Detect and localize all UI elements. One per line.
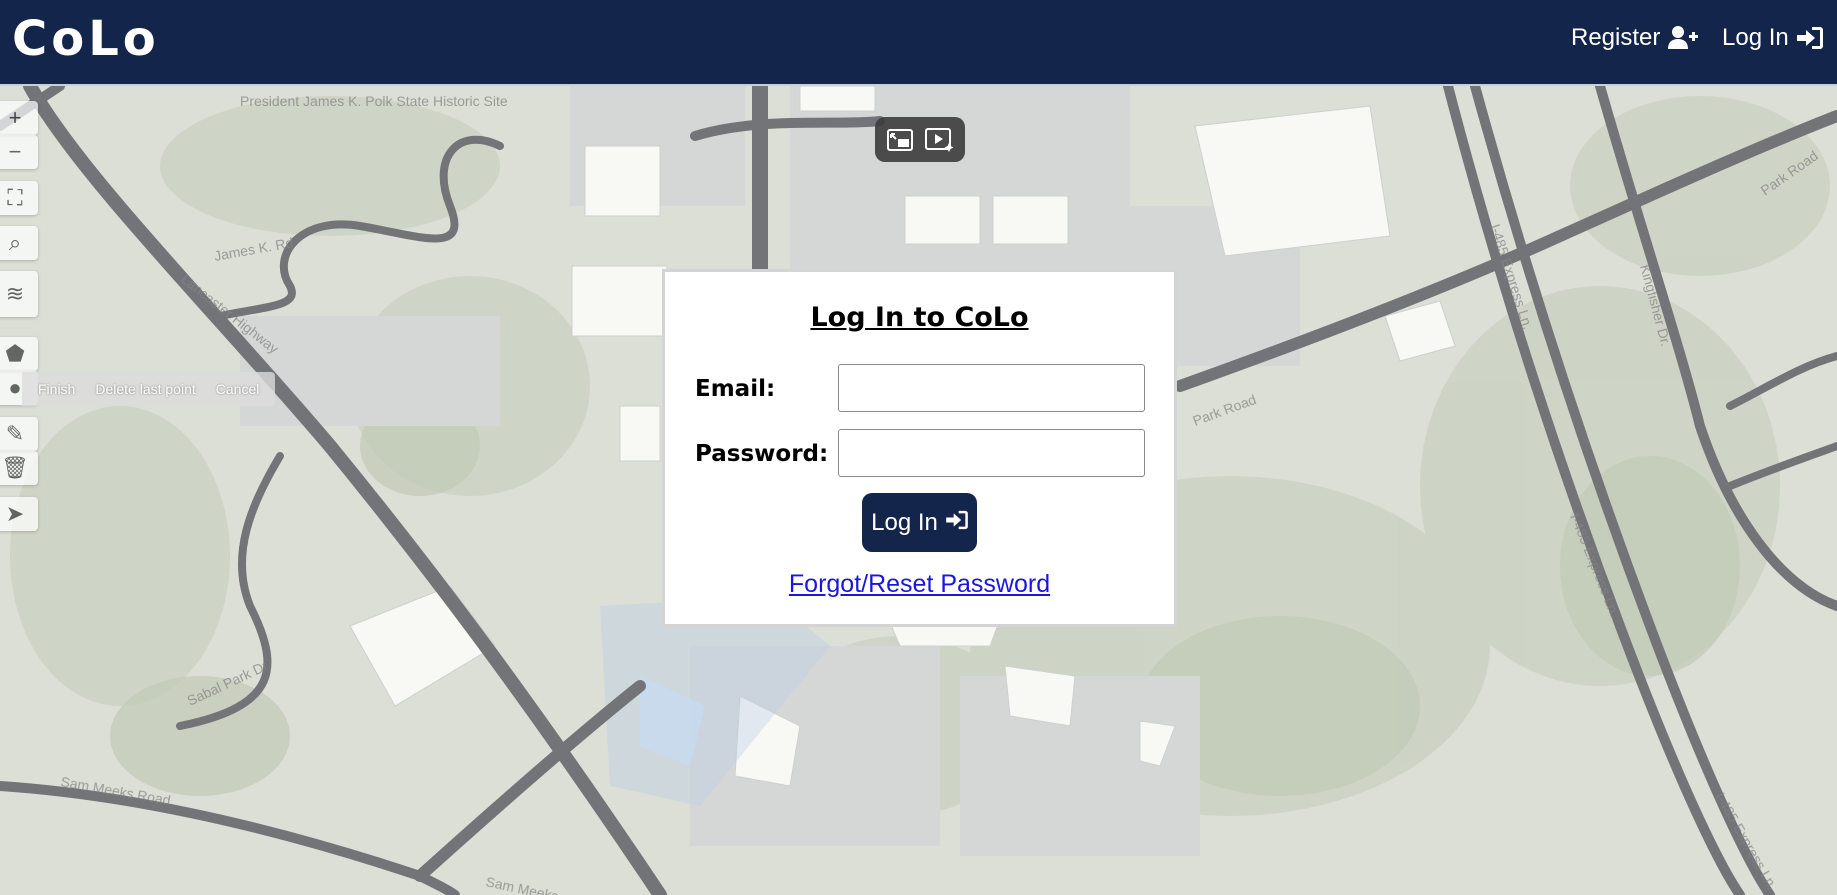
layers-icon: ≋ xyxy=(5,281,25,306)
draw-actions-bar: Finish Delete last point Cancel xyxy=(22,372,276,406)
edit-layers-button[interactable]: ✎ xyxy=(0,417,38,451)
search-button[interactable]: ⌕ xyxy=(0,226,38,260)
login-submit-button[interactable]: Log In xyxy=(862,493,977,552)
draw-delete-last-point-button[interactable]: Delete last point xyxy=(85,372,205,406)
brand-logo[interactable]: CoLo xyxy=(12,10,160,68)
sign-in-icon xyxy=(946,509,968,537)
plus-icon: + xyxy=(8,105,22,130)
video-sparkle-icon[interactable] xyxy=(924,127,954,153)
circle-icon: ● xyxy=(8,375,22,400)
draw-cancel-button[interactable]: Cancel xyxy=(206,372,270,406)
zoom-out-button[interactable]: − xyxy=(0,135,38,169)
login-link[interactable]: Log In xyxy=(1722,22,1823,54)
password-field[interactable] xyxy=(838,429,1145,477)
edit-icon: ✎ xyxy=(5,421,25,446)
register-link[interactable]: Register xyxy=(1571,22,1699,54)
sign-in-icon xyxy=(1796,26,1823,50)
search-icon: ⌕ xyxy=(8,230,22,255)
polygon-icon: ⬟ xyxy=(5,341,25,366)
fullscreen-button[interactable]: ⛶ xyxy=(0,181,38,215)
draw-finish-button[interactable]: Finish xyxy=(28,372,85,406)
delete-layers-button[interactable]: 🗑 xyxy=(0,451,38,485)
zoom-in-button[interactable]: + xyxy=(0,101,38,135)
trash-icon: 🗑 xyxy=(1,455,29,480)
video-overlay-controls xyxy=(875,117,965,162)
user-plus-icon xyxy=(1668,26,1699,50)
password-label: Password: xyxy=(695,441,829,467)
layers-button[interactable]: ≋ xyxy=(0,271,38,317)
login-title: Log In to CoLo xyxy=(810,302,1029,333)
email-field[interactable] xyxy=(838,364,1145,412)
register-label: Register xyxy=(1571,24,1661,51)
fullscreen-icon: ⛶ xyxy=(7,185,23,210)
login-modal: Log In to CoLo Email: Password: Log In F… xyxy=(662,269,1177,627)
forgot-password-link[interactable]: Forgot/Reset Password xyxy=(665,570,1174,599)
minus-icon: − xyxy=(8,139,22,164)
draw-polygon-button[interactable]: ⬟ xyxy=(0,337,38,371)
top-navbar: CoLo Register Log In xyxy=(0,0,1837,86)
locate-button[interactable]: ➤ xyxy=(0,497,38,531)
email-label: Email: xyxy=(695,376,776,402)
location-arrow-icon: ➤ xyxy=(5,501,25,526)
picture-in-picture-icon[interactable] xyxy=(886,128,914,152)
login-submit-label: Log In xyxy=(871,508,938,536)
login-label: Log In xyxy=(1722,24,1789,51)
